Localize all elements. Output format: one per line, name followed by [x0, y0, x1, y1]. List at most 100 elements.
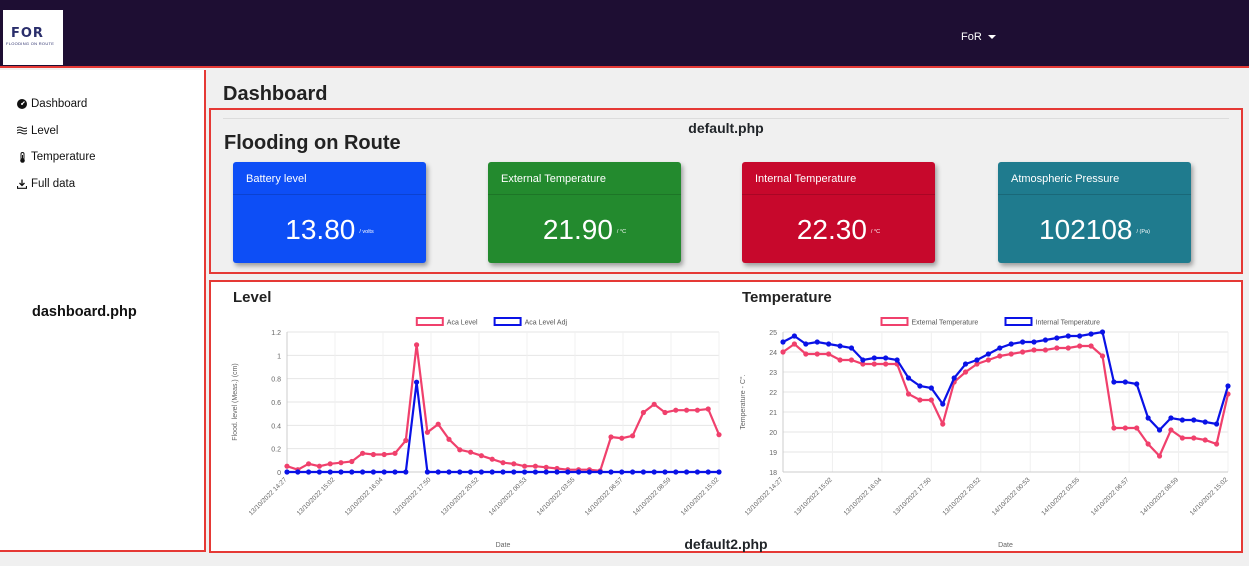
data-point — [1156, 453, 1163, 459]
sidebar-item-temperature[interactable]: Temperature — [17, 144, 96, 171]
card-label: External Temperature — [488, 162, 681, 195]
data-point — [306, 469, 312, 475]
page-title: Dashboard — [223, 83, 328, 105]
data-point — [716, 469, 722, 475]
logo-subtitle: FLOODING ON ROUTE — [6, 41, 55, 46]
x-tick-label: 14/10/2022 00:53 — [488, 476, 529, 517]
sidebar-item-label: Temperature — [31, 151, 96, 164]
data-point — [780, 339, 786, 345]
download-icon — [17, 179, 27, 189]
x-tick-label: 14/10/2022 03:55 — [536, 476, 577, 517]
data-point — [1145, 441, 1151, 447]
data-point — [673, 407, 679, 413]
data-point — [381, 469, 387, 475]
data-point — [543, 469, 549, 475]
data-point — [1099, 353, 1106, 359]
level-chart-title: Level — [233, 289, 272, 306]
data-point — [360, 450, 366, 456]
y-tick-label: 24 — [769, 350, 777, 357]
user-menu-dropdown[interactable]: FoR — [961, 31, 996, 43]
data-point — [1168, 427, 1174, 433]
data-point — [349, 458, 355, 465]
x-tick-label: 14/10/2022 06:57 — [1090, 476, 1131, 517]
data-point — [1122, 425, 1128, 431]
data-point — [630, 433, 636, 439]
card-unit: / °C — [870, 228, 881, 235]
data-point — [837, 357, 843, 363]
x-tick-label: 14/10/2022 03:55 — [1040, 476, 1081, 517]
data-point — [651, 401, 657, 407]
data-point — [435, 469, 441, 475]
series-line — [287, 382, 719, 474]
card-value: 102108 — [1039, 214, 1133, 245]
sidebar-item-dashboard[interactable]: Dashboard — [17, 91, 96, 118]
data-point — [403, 437, 409, 444]
x-tick-label: 14/10/2022 00:53 — [991, 476, 1032, 517]
data-point — [327, 469, 333, 475]
data-point — [780, 349, 786, 355]
sidebar-item-label: Full data — [31, 177, 76, 190]
data-point — [1213, 421, 1220, 427]
divider — [223, 118, 1229, 119]
data-point — [522, 463, 528, 469]
data-point — [940, 421, 946, 427]
data-point — [814, 351, 820, 357]
legend-label: Aca Level Adj — [525, 320, 568, 327]
data-point — [630, 469, 636, 475]
data-point — [1054, 335, 1060, 341]
data-point — [597, 469, 603, 475]
data-point — [826, 341, 832, 347]
sidebar-item-full-data[interactable]: Full data — [17, 171, 96, 198]
data-point — [673, 469, 679, 475]
y-axis-title: Flood. level (Meas.) (cm) — [232, 363, 239, 440]
card-value-row: 21.90/ °C — [488, 214, 681, 246]
data-point — [716, 432, 722, 438]
top-navbar: FOR FLOODING ON ROUTE FoR — [0, 0, 1249, 68]
data-point — [1008, 341, 1014, 347]
data-point — [684, 407, 690, 413]
data-point — [997, 345, 1003, 351]
x-tick-label: 13/10/2022 15:02 — [296, 476, 337, 517]
data-point — [338, 460, 344, 466]
data-point — [1168, 415, 1174, 421]
data-point — [962, 361, 969, 367]
data-point — [316, 469, 322, 475]
card-value-row: 13.80/ volts — [233, 214, 426, 246]
data-point — [1191, 435, 1197, 441]
y-tick-label: 0 — [277, 470, 281, 477]
card-value-row: 22.30/ °C — [742, 214, 935, 246]
data-point — [1077, 333, 1083, 339]
data-point — [619, 435, 625, 441]
data-point — [917, 397, 923, 403]
data-point — [370, 469, 376, 475]
sidebar: Dashboard Level Temperature Full data da… — [0, 70, 206, 552]
water-icon — [17, 126, 27, 136]
logo[interactable]: FOR FLOODING ON ROUTE — [3, 10, 63, 65]
data-point — [414, 379, 420, 385]
sidebar-item-level[interactable]: Level — [17, 118, 96, 145]
data-point — [392, 469, 398, 475]
sidebar-item-label: Level — [31, 124, 59, 137]
data-point — [1111, 425, 1117, 431]
data-point — [565, 469, 571, 475]
internal-temperature-card: Internal Temperature 22.30/ °C — [742, 162, 935, 263]
data-point — [684, 469, 690, 475]
logo-mark: FOR — [11, 26, 44, 41]
external-temperature-card: External Temperature 21.90/ °C — [488, 162, 681, 263]
y-tick-label: 22 — [769, 390, 777, 397]
data-point — [338, 469, 344, 475]
x-tick-label: 14/10/2022 08:59 — [632, 476, 673, 517]
card-unit: / volts — [359, 228, 374, 235]
user-menu-label: FoR — [961, 31, 982, 43]
data-point — [928, 385, 934, 391]
temperature-chart-title: Temperature — [742, 289, 832, 306]
data-point — [1191, 417, 1197, 423]
card-label: Atmospheric Pressure — [998, 162, 1191, 195]
data-point — [905, 375, 912, 381]
x-tick-label: 13/10/2022 15:02 — [793, 476, 834, 517]
x-tick-label: 14/10/2022 06:57 — [584, 476, 625, 517]
data-point — [543, 464, 549, 470]
data-point — [360, 469, 366, 475]
data-point — [608, 434, 614, 440]
data-point — [1042, 347, 1049, 353]
